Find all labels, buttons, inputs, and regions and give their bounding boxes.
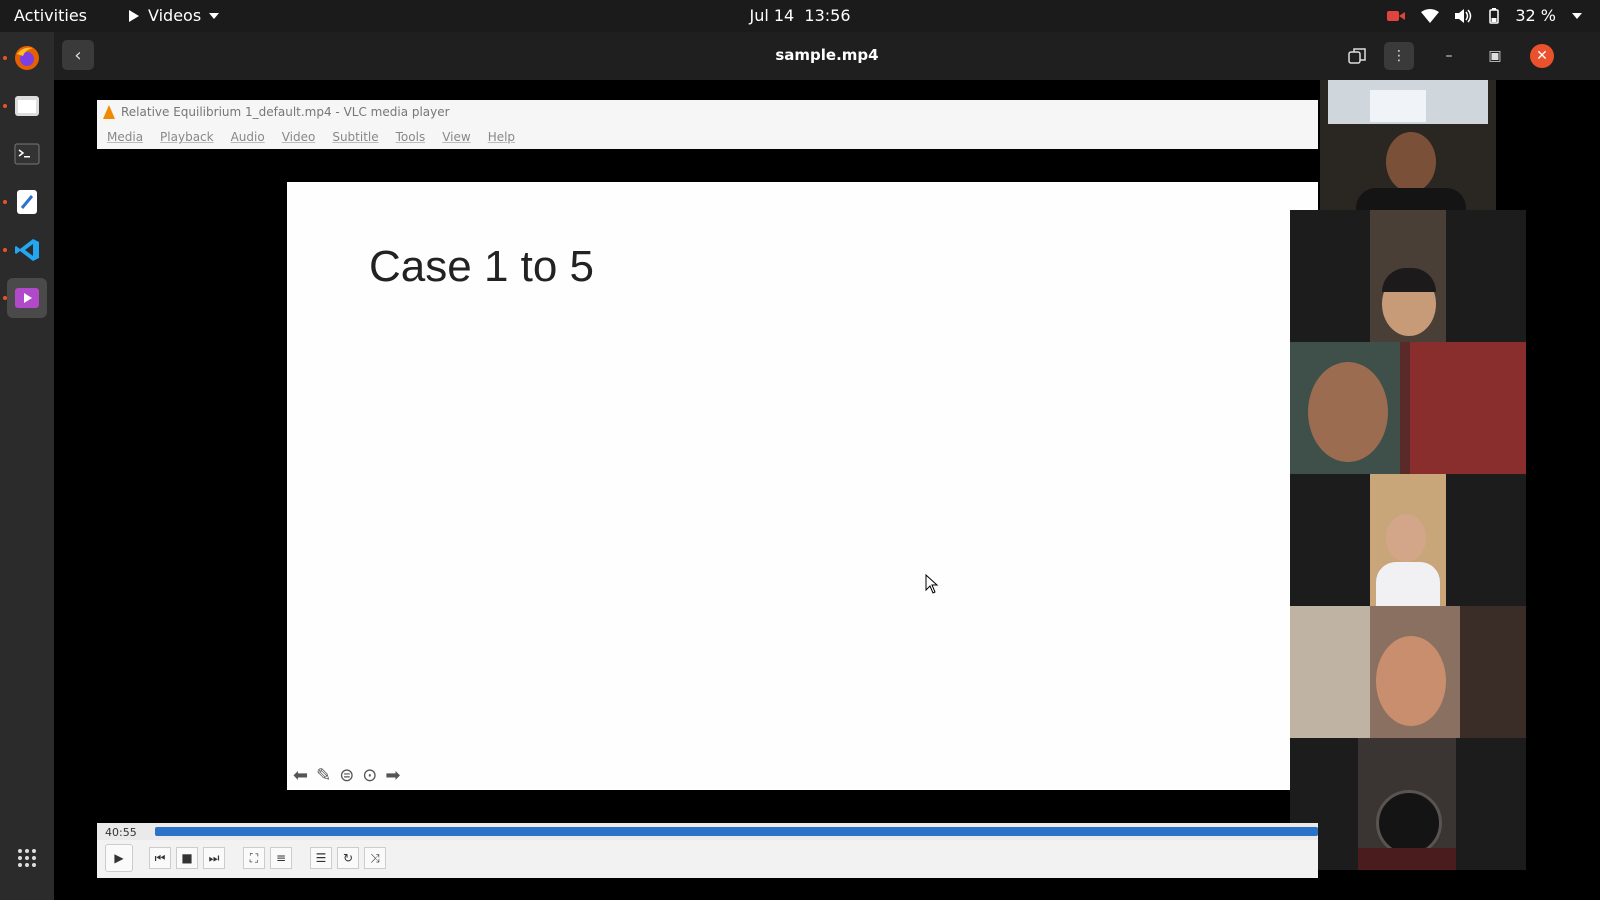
pen-icon: ✎ (316, 765, 332, 786)
play-icon: ▶ (114, 851, 124, 865)
participant-video-tile (1290, 474, 1526, 606)
vscode-icon[interactable] (7, 230, 47, 270)
show-apps-icon[interactable] (7, 838, 47, 878)
participant-video-tile (1320, 80, 1496, 210)
wifi-icon (1421, 9, 1440, 23)
vlc-title-bar: Relative Equilibrium 1_default.mp4 - VLC… (97, 100, 1318, 125)
extended-settings-button: ≡ (270, 847, 292, 869)
shuffle-icon: ⤨ (370, 850, 380, 865)
chevron-left-icon: ‹ (74, 44, 82, 66)
close-button[interactable]: ✕ (1530, 44, 1554, 68)
shuffle-button: ⤨ (364, 847, 386, 869)
maximize-button[interactable]: ▣ (1480, 42, 1510, 70)
top-bar: Activities Videos Jul 14 13:56 32 % (0, 0, 1600, 32)
files-icon[interactable] (7, 86, 47, 126)
vlc-seek-bar[interactable]: 40:55 (97, 823, 1318, 840)
fullscreen-icon: ⛶ (249, 850, 259, 865)
participant-video-tile (1290, 606, 1526, 738)
vlc-menu-video: Video (281, 130, 316, 144)
dock (0, 32, 54, 900)
maximize-icon: ▣ (1488, 48, 1502, 64)
system-tray[interactable]: 32 % (1387, 6, 1582, 26)
video-canvas[interactable]: Relative Equilibrium 1_default.mp4 - VLC… (54, 80, 1600, 900)
slide-toolbar: ⬅ ✎ ⊜ ⊙ ➡ (293, 765, 400, 786)
battery-percentage: 32 % (1515, 6, 1556, 25)
video-header-bar: ‹ sample.mp4 ⋮ – ▣ ✕ (54, 32, 1600, 80)
clock-container: Jul 14 13:56 (0, 6, 1600, 26)
text-editor-icon[interactable] (7, 182, 47, 222)
participant-video-tile (1290, 210, 1526, 342)
volume-icon (1455, 9, 1472, 23)
app-menu[interactable]: Videos (128, 6, 220, 26)
equalizer-icon: ≡ (275, 851, 287, 865)
fullscreen-button: ⛶ (243, 847, 265, 869)
stop-icon: ■ (181, 851, 193, 865)
participant-video-tile (1290, 342, 1526, 474)
loop-icon: ↻ (342, 851, 354, 865)
play-button: ▶ (105, 844, 133, 872)
vlc-menu-subtitle: Subtitle (332, 130, 379, 144)
firefox-icon[interactable] (7, 38, 47, 78)
screen-record-icon (1387, 11, 1406, 21)
participant-video-tile (1290, 738, 1526, 870)
elapsed-time: 40:55 (105, 826, 137, 839)
skip-forward-icon: ⏭ (208, 850, 220, 865)
skip-back-icon: ⏮ (154, 850, 166, 865)
chevron-down-icon (209, 13, 220, 19)
more-icon: ⊙ (362, 765, 378, 786)
arrow-right-icon: ➡ (385, 765, 401, 786)
vlc-menu-tools: Tools (395, 130, 426, 144)
vlc-menu-playback: Playback (160, 130, 214, 144)
minimize-button[interactable]: – (1434, 42, 1464, 70)
vlc-menu-bar: Media Playback Audio Video Subtitle Tool… (97, 125, 1318, 149)
vlc-menu-help: Help (487, 130, 516, 144)
loop-button: ↻ (337, 847, 359, 869)
kebab-menu-icon: ⋮ (1392, 48, 1406, 64)
vlc-window-title: Relative Equilibrium 1_default.mp4 - VLC… (121, 105, 450, 119)
minimize-icon: – (1445, 48, 1453, 64)
battery-icon (1489, 8, 1500, 24)
activities-button[interactable]: Activities (14, 6, 87, 26)
presentation-slide: Case 1 to 5 ⬅ ✎ ⊜ ⊙ ➡ (287, 182, 1318, 790)
vlc-menu-view: View (442, 130, 471, 144)
next-button: ⏭ (203, 847, 225, 869)
vlc-controls: ▶ ⏮ ■ ⏭ ⛶ ≡ ☰ ↻ ⤨ (97, 840, 1318, 878)
seek-progress[interactable] (155, 827, 1318, 836)
play-icon (129, 10, 139, 22)
window-restore-icon (1348, 48, 1366, 64)
previous-button: ⏮ (149, 847, 171, 869)
videos-icon[interactable] (7, 278, 47, 318)
vlc-cone-icon (103, 105, 115, 119)
vlc-menu-media: Media (107, 130, 144, 144)
menu-button[interactable]: ⋮ (1384, 42, 1414, 70)
slides-icon: ⊜ (339, 765, 355, 786)
terminal-icon[interactable] (7, 134, 47, 174)
chevron-down-icon (1572, 13, 1582, 19)
unfullscreen-button[interactable] (1342, 42, 1372, 70)
time-label: 13:56 (804, 6, 851, 25)
mouse-cursor-icon (925, 574, 939, 594)
vlc-menu-audio: Audio (230, 130, 265, 144)
date-label: Jul 14 (749, 6, 795, 25)
arrow-left-icon: ⬅ (293, 765, 309, 786)
clock[interactable]: Jul 14 13:56 (749, 6, 850, 25)
playlist-icon: ☰ (315, 851, 327, 865)
stop-button: ■ (176, 847, 198, 869)
slide-title: Case 1 to 5 (369, 242, 595, 291)
close-icon: ✕ (1536, 48, 1548, 64)
back-button[interactable]: ‹ (62, 40, 94, 70)
playlist-button: ☰ (310, 847, 332, 869)
app-menu-label: Videos (148, 6, 202, 25)
